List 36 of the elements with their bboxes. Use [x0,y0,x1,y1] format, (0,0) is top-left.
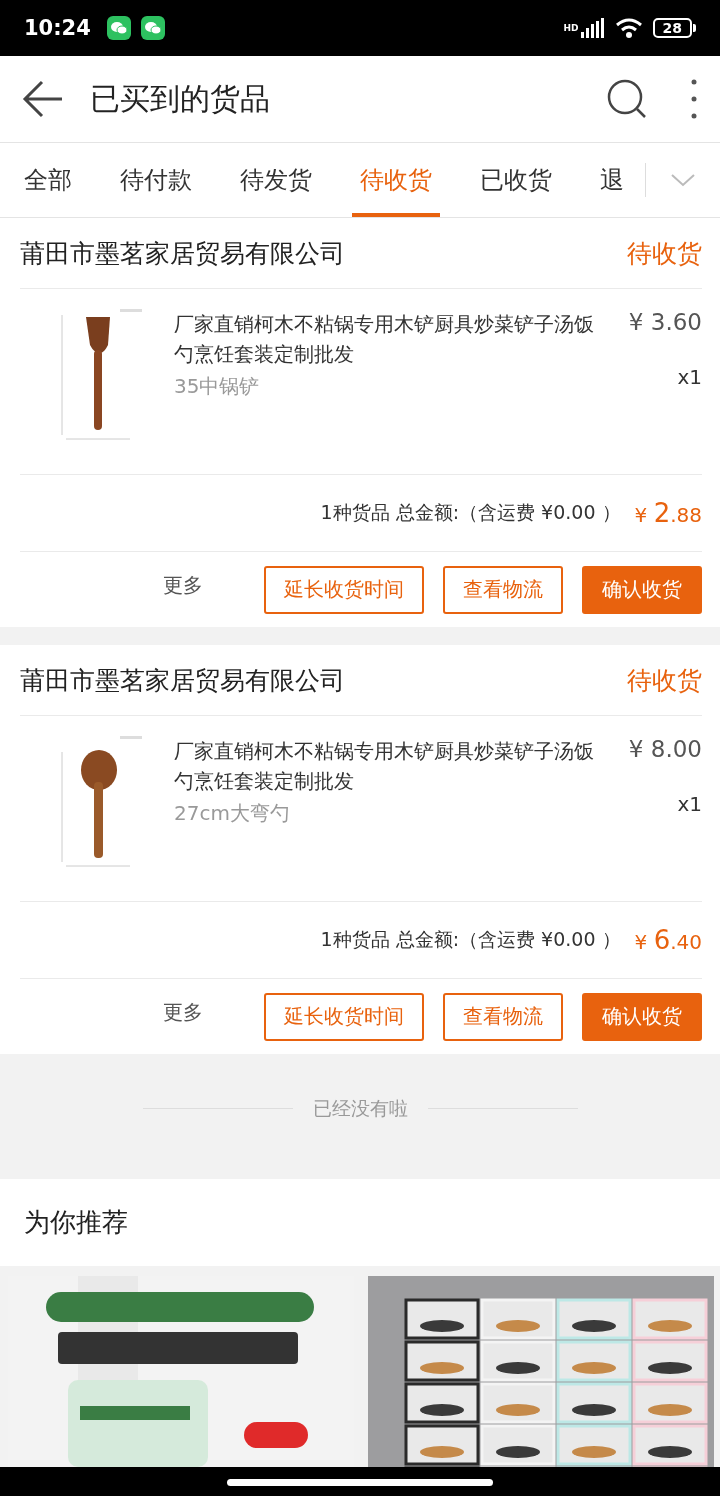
chat-app-icon [140,16,165,40]
section-title: 为你推荐 [24,1206,128,1239]
product-price: ¥ 8.00 [628,736,702,762]
signal-icon [580,18,605,38]
order-summary: 1种货品 总金额:（含运费 ¥0.00 ） [320,927,621,952]
more-options-icon[interactable] [690,78,698,120]
order-tab[interactable]: 待发货 [232,143,320,217]
order-tab[interactable]: 全部 [16,143,80,217]
order-tab[interactable]: 退 [592,143,632,217]
product-quantity: x1 [677,792,702,816]
wifi-icon [614,17,643,39]
order-status: 待收货 [627,237,702,270]
product-title[interactable]: 厂家直销柯木不粘锅专用木铲厨具炒菜铲子汤饭勺烹饪套装定制批发 [174,736,600,796]
chat-app-icon [106,16,131,40]
store-name[interactable]: 莆田市墨茗家居贸易有限公司 [20,663,345,697]
product-quantity: x1 [677,365,702,389]
end-of-list-note: 已经没有啦 [312,1095,408,1121]
product-price: ¥ 3.60 [628,309,702,335]
order-tab[interactable]: 待付款 [112,143,200,217]
product-title[interactable]: 厂家直销柯木不粘锅专用木铲厨具炒菜铲子汤饭勺烹饪套装定制批发 [174,309,600,369]
status-time: 10:24 [24,16,91,40]
more-link[interactable]: 更多 [163,572,203,599]
page-title: 已买到的货品 [90,79,271,118]
order-status: 待收货 [627,664,702,697]
order-summary: 1种货品 总金额:（含运费 ¥0.00 ） [320,500,621,525]
product-option: 27cm大弯勺 [174,800,290,827]
back-arrow-icon[interactable] [22,79,64,119]
order-tab[interactable]: 已收货 [472,143,560,217]
more-link[interactable]: 更多 [163,999,203,1026]
search-icon[interactable] [606,78,648,120]
order-total: ¥ 6.40 [634,925,702,955]
home-indicator[interactable] [227,1478,493,1486]
store-name[interactable]: 莆田市墨茗家居贸易有限公司 [20,236,345,270]
product-option: 35中锅铲 [174,373,260,400]
order-total: ¥ 2.88 [634,498,702,528]
network-label: HD [563,23,579,33]
